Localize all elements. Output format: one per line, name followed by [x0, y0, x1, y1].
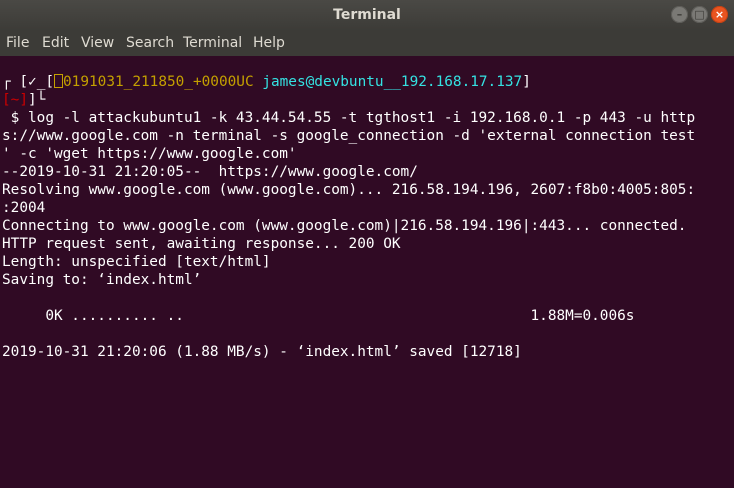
menu-help[interactable]: Help	[253, 35, 285, 51]
output-line: Resolving www.google.com (www.google.com…	[2, 182, 696, 198]
menu-edit[interactable]: Edit	[42, 35, 69, 51]
prompt-bracket-close: ]	[522, 74, 531, 90]
terminal-window: Terminal – □ × File Edit View Search Ter…	[0, 0, 734, 488]
output-line: Connecting to www.google.com (www.google…	[2, 218, 687, 234]
output-line: $ log -l attackubuntu1 -k 43.44.54.55 -t…	[2, 110, 696, 126]
output-line: Saving to: ‘index.html’	[2, 272, 202, 288]
menu-view[interactable]: View	[81, 35, 114, 51]
menu-search[interactable]: Search	[126, 35, 174, 51]
prompt-bracket-open: [	[19, 74, 29, 90]
maximize-button[interactable]: □	[691, 6, 708, 23]
output-line: s://www.google.com -n terminal -s google…	[2, 128, 696, 144]
menu-terminal[interactable]: Terminal	[183, 35, 242, 51]
minimize-button[interactable]: –	[671, 6, 688, 23]
output-line: 0K .......... .. 1.88M=0.006s	[2, 308, 635, 324]
prompt-dir-line: [~]]└	[2, 91, 45, 109]
prompt-bracket-sep: _[	[36, 74, 55, 90]
prompt-user-host: james@devbuntu__192.168.17.137	[262, 74, 523, 90]
output-line: ' -c 'wget https://www.google.com'	[2, 146, 297, 162]
menu-bar: File Edit View Search Terminal Help	[0, 31, 734, 56]
menu-file[interactable]: File	[6, 35, 29, 51]
output-line: Length: unspecified [text/html]	[2, 254, 271, 270]
prompt-corner-bottom: └	[36, 92, 46, 108]
missing-glyph-icon	[54, 74, 64, 88]
prompt-timestamp: 0191031_211850_+0000UC	[63, 74, 254, 90]
terminal-output[interactable]: ┌ [✓_[ 0191031_211850_+0000UC james@devbu…	[0, 56, 726, 488]
prompt-close-bracket: ]	[28, 92, 37, 108]
output-line: 2019-10-31 21:20:06 (1.88 MB/s) - ‘index…	[2, 344, 522, 360]
prompt-corner-top: ┌	[2, 74, 11, 90]
close-button[interactable]: ×	[711, 6, 728, 23]
title-bar[interactable]: Terminal – □ ×	[0, 0, 734, 31]
status-check-icon: ✓	[28, 74, 37, 90]
window-title: Terminal	[333, 7, 401, 23]
prompt-line: ┌ [✓_[ 0191031_211850_+0000UC james@devbu…	[2, 73, 531, 91]
output-line: HTTP request sent, awaiting response... …	[2, 236, 401, 252]
scrollbar[interactable]	[726, 56, 734, 488]
output-line: :2004	[2, 200, 46, 216]
output-line: --2019-10-31 21:20:05-- https://www.goog…	[2, 164, 418, 180]
prompt-dir: [~]	[2, 92, 28, 108]
